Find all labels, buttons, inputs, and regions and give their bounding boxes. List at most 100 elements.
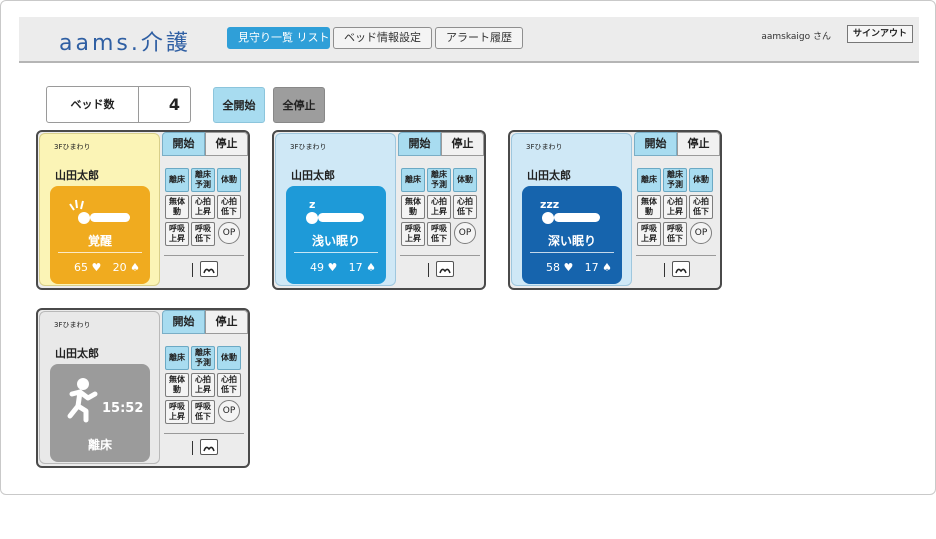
alert-leave-bed[interactable]: 離床 (165, 168, 189, 192)
alert-op[interactable]: OP (690, 222, 712, 244)
card-divider (164, 433, 244, 434)
stop-button[interactable]: 停止 (205, 310, 248, 334)
start-stop-group: 開始 停止 (162, 132, 248, 156)
signout-button[interactable]: サインアウト (846, 25, 913, 43)
bed-count-value: 4 (168, 95, 180, 114)
bed-card-info: 3Fひまわり 山田太郎 zzz 深い眠り 58 ♥ 17 ♠ (511, 133, 632, 286)
status-divider (530, 252, 614, 253)
alert-no-motion[interactable]: 無体動 (165, 195, 189, 219)
alert-leave-bed[interactable]: 離床 (165, 346, 189, 370)
away-time: 15:52 (102, 401, 144, 416)
resp-rate: 17 ♠ (349, 261, 376, 274)
status-divider (294, 252, 378, 253)
alert-leave-predict[interactable]: 離床 予測 (663, 168, 687, 192)
status-label: 深い眠り (547, 234, 596, 248)
alert-body-motion[interactable]: 体動 (217, 168, 241, 192)
status-panel: 覚醒 65 ♥ 20 ♠ (50, 186, 150, 284)
status-label: 覚醒 (87, 234, 112, 248)
svg-text:z: z (309, 198, 315, 211)
all-stop-button[interactable]: 全停止 (273, 87, 325, 123)
card-divider (636, 255, 716, 256)
away-figure-icon (67, 378, 98, 423)
status-panel: z 浅い眠り 49 ♥ 17 ♠ (286, 186, 386, 284)
patient-name: 山田太郎 (527, 169, 571, 182)
alert-hr-rise[interactable]: 心拍 上昇 (427, 195, 451, 219)
status-divider (58, 252, 142, 253)
heart-rate: 49 ♥ (310, 261, 337, 274)
tab-watch-list[interactable]: 見守り一覧 リスト (227, 27, 330, 49)
patient-name: 山田太郎 (291, 169, 335, 182)
alert-resp-rise[interactable]: 呼吸 上昇 (401, 222, 425, 246)
alert-leave-bed[interactable]: 離床 (401, 168, 425, 192)
alert-toggles: 離床 離床 予測 体動 無体動 心拍 上昇 心拍 低下 呼吸 上昇 呼吸 低下 OP (637, 168, 715, 246)
alert-body-motion[interactable]: 体動 (453, 168, 477, 192)
alert-toggles: 離床 離床 予測 体動 無体動 心拍 上昇 心拍 低下 呼吸 上昇 呼吸 低下 OP (165, 346, 243, 424)
alert-hr-drop[interactable]: 心拍 低下 (453, 195, 477, 219)
alert-resp-drop[interactable]: 呼吸 低下 (191, 222, 215, 246)
stop-button[interactable]: 停止 (441, 132, 484, 156)
alert-hr-rise[interactable]: 心拍 上昇 (191, 373, 215, 397)
alert-leave-predict[interactable]: 離床 予測 (191, 346, 215, 370)
alert-op[interactable]: OP (218, 222, 240, 244)
alert-resp-rise[interactable]: 呼吸 上昇 (165, 400, 189, 424)
bed-sensor-icon[interactable] (200, 439, 218, 455)
app-frame: aams.介護 見守り一覧 リスト ベッド情報設定 アラート履歴 aamskai… (0, 0, 936, 495)
alert-hr-drop[interactable]: 心拍 低下 (217, 373, 241, 397)
alert-no-motion[interactable]: 無体動 (637, 195, 661, 219)
tab-bed-settings[interactable]: ベッド情報設定 (333, 27, 432, 49)
heart-icon: ♥ (563, 261, 574, 274)
patient-name: 山田太郎 (55, 169, 99, 182)
bed-card: 3Fひまわり 山田太郎 zzz 深い眠り 58 ♥ 17 ♠ 開始 停止 離床 … (508, 130, 722, 290)
start-button[interactable]: 開始 (634, 132, 677, 156)
alert-resp-drop[interactable]: 呼吸 低下 (191, 400, 215, 424)
bed-sensor-icon[interactable] (436, 261, 454, 277)
stop-button[interactable]: 停止 (205, 132, 248, 156)
bed-sensor-icon[interactable] (672, 261, 690, 277)
start-button[interactable]: 開始 (162, 310, 205, 334)
heart-icon: ♥ (327, 261, 338, 274)
alert-op[interactable]: OP (218, 400, 240, 422)
alert-no-motion[interactable]: 無体動 (401, 195, 425, 219)
bed-sensor-icon[interactable] (200, 261, 218, 277)
separator (192, 263, 193, 277)
alert-hr-rise[interactable]: 心拍 上昇 (663, 195, 687, 219)
alert-hr-rise[interactable]: 心拍 上昇 (191, 195, 215, 219)
alert-leave-predict[interactable]: 離床 予測 (191, 168, 215, 192)
room-label: 3Fひまわり (54, 321, 91, 329)
alert-body-motion[interactable]: 体動 (689, 168, 713, 192)
alert-leave-predict[interactable]: 離床 予測 (427, 168, 451, 192)
resp-rate-value: 20 (112, 261, 127, 274)
app-logo: aams.介護 (59, 31, 191, 56)
card-divider (164, 255, 244, 256)
bed-card-info: 3Fひまわり 山田太郎 覚醒 65 ♥ 20 ♠ (39, 133, 160, 286)
heart-rate-value: 58 (546, 261, 560, 274)
alert-resp-rise[interactable]: 呼吸 上昇 (637, 222, 661, 246)
resp-rate-value: 17 (348, 261, 363, 274)
deep-sleep-figure-icon: zzz (540, 198, 600, 224)
alert-leave-bed[interactable]: 離床 (637, 168, 661, 192)
lungs-icon: ♠ (602, 261, 612, 274)
all-start-button[interactable]: 全開始 (213, 87, 265, 123)
main-tabs: 見守り一覧 リスト ベッド情報設定 アラート履歴 (227, 27, 523, 49)
separator (428, 263, 429, 277)
start-button[interactable]: 開始 (162, 132, 205, 156)
start-button[interactable]: 開始 (398, 132, 441, 156)
bed-card: 3Fひまわり 山田太郎 z 浅い眠り 49 ♥ 17 ♠ 開始 停止 離床 離床… (272, 130, 486, 290)
resp-rate: 20 ♠ (113, 261, 140, 274)
stop-button[interactable]: 停止 (677, 132, 720, 156)
tab-alert-history[interactable]: アラート履歴 (435, 27, 523, 49)
bed-card: 3Fひまわり 山田太郎 15:52 離床 開始 停止 離床 離床 予測 体動 無体… (36, 308, 250, 468)
status-panel: 15:52 離床 (50, 364, 150, 462)
alert-body-motion[interactable]: 体動 (217, 346, 241, 370)
light-sleep-figure-icon: z (306, 198, 364, 224)
start-stop-group: 開始 停止 (634, 132, 720, 156)
start-stop-group: 開始 停止 (162, 310, 248, 334)
alert-resp-drop[interactable]: 呼吸 低下 (427, 222, 451, 246)
status-panel: zzz 深い眠り 58 ♥ 17 ♠ (522, 186, 622, 284)
alert-hr-drop[interactable]: 心拍 低下 (217, 195, 241, 219)
alert-resp-rise[interactable]: 呼吸 上昇 (165, 222, 189, 246)
alert-hr-drop[interactable]: 心拍 低下 (689, 195, 713, 219)
alert-no-motion[interactable]: 無体動 (165, 373, 189, 397)
alert-resp-drop[interactable]: 呼吸 低下 (663, 222, 687, 246)
alert-op[interactable]: OP (454, 222, 476, 244)
